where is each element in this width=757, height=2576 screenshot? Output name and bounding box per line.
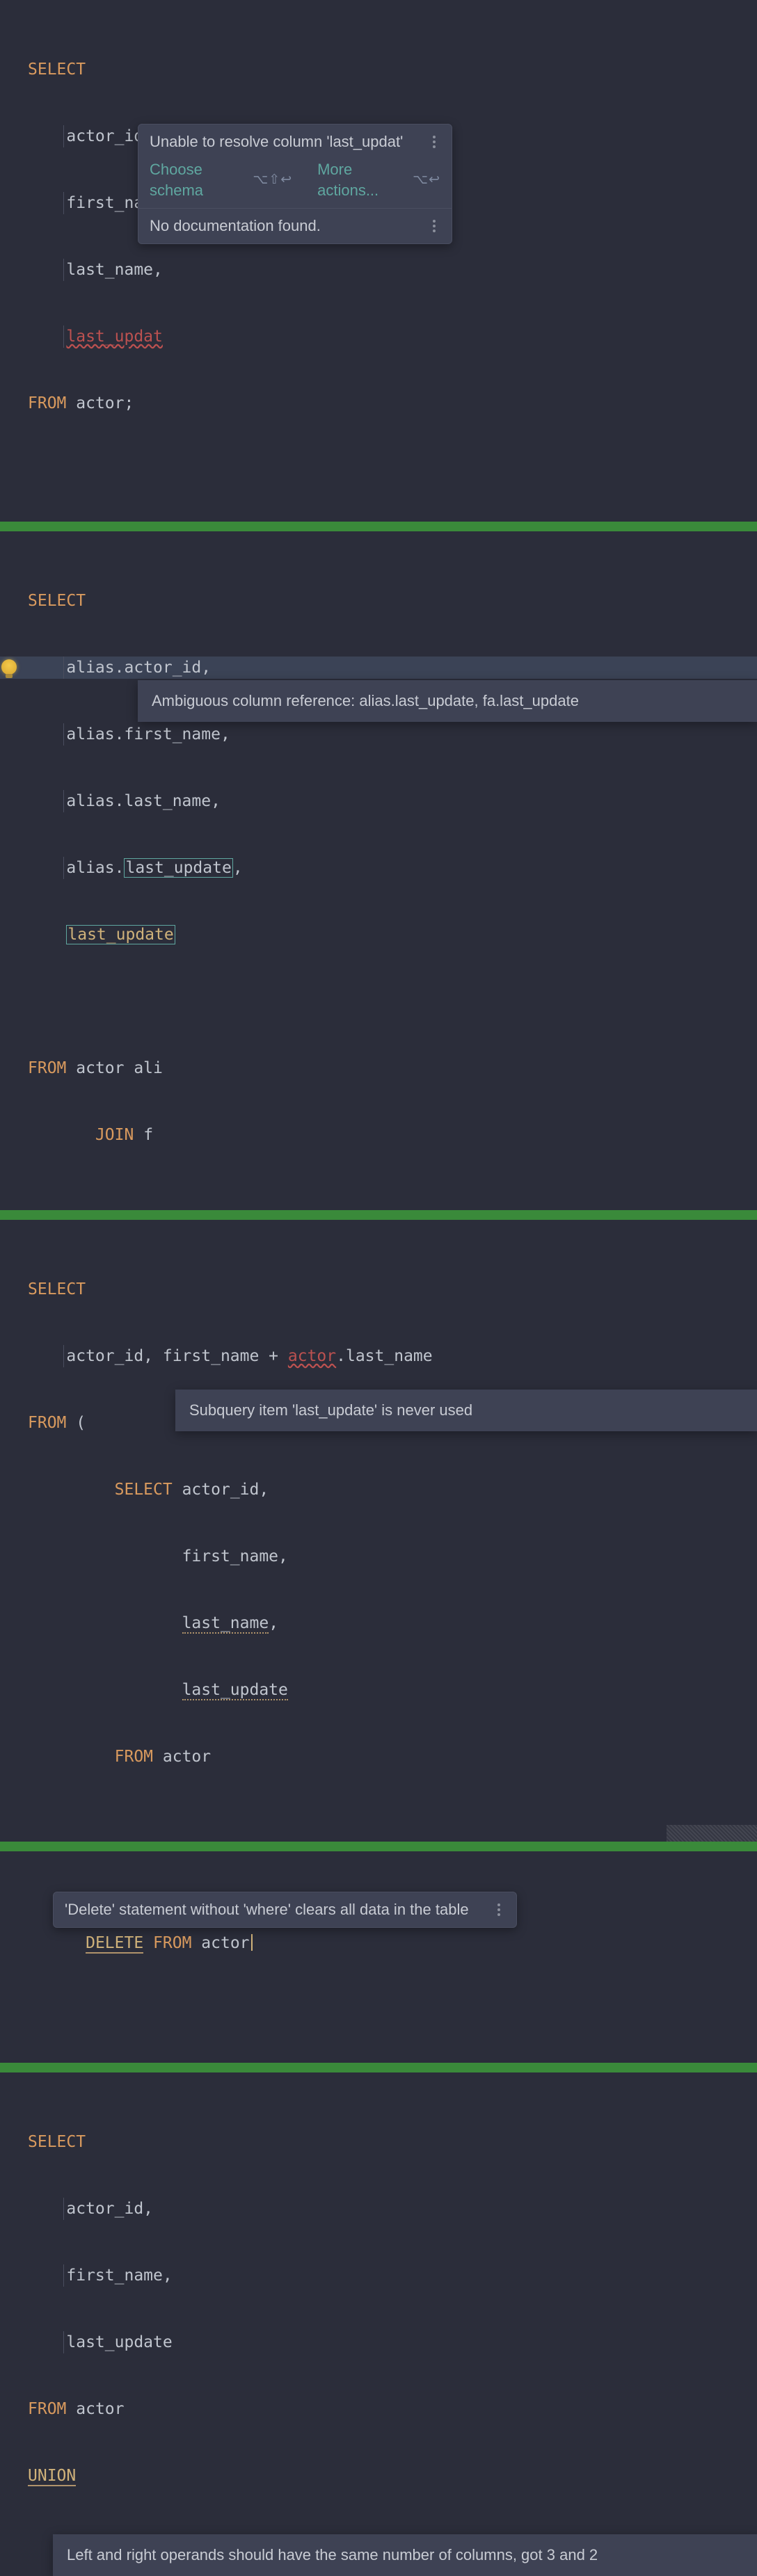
from-clause: actor ali [76,1059,163,1077]
identifier-error[interactable]: actor [288,1347,336,1365]
column-name: alias.actor_id, [66,659,211,677]
shortcut-hint: ⌥⇧↩ [253,170,292,191]
code-block[interactable]: DELETE FROM actor [28,1865,757,2021]
choose-schema-action[interactable]: Choose schema [150,159,243,201]
panel-divider [0,1210,757,1220]
subquery-column-warn: last_name [182,1614,269,1634]
column-name: actor_id, [66,2200,153,2218]
error-message: Unable to resolve column 'last_updat' [150,131,403,152]
artifact-noise [667,1825,757,1842]
keyword-from: FROM [28,394,66,412]
warning-tooltip: Left and right operands should have the … [53,2534,757,2576]
column-name: last_update [66,2333,172,2351]
keyword-from: FROM [28,1414,66,1432]
column-name: last_name, [66,261,162,279]
kebab-icon[interactable] [428,136,440,148]
ambiguous-column-warn[interactable]: last_update [66,925,175,944]
code-panel-5: SELECT actor_id, first_name, last_update… [0,2072,757,2576]
kebab-icon[interactable] [493,1903,505,1916]
highlighted-token: last_update [124,858,232,878]
code-block[interactable]: SELECT actor_id, first_name, last_update… [28,2086,757,2531]
code-panel-3: SELECT actor_id, first_name + actor.last… [0,1220,757,1842]
code-panel-4: DELETE FROM actor 'Delete' statement wit… [0,1851,757,2063]
keyword-from: FROM [153,1934,191,1952]
text-caret [251,1934,253,1951]
table-name: actor [76,394,124,412]
kebab-icon[interactable] [428,220,440,232]
lightbulb-icon[interactable] [1,659,17,675]
warning-tooltip: Ambiguous column reference: alias.last_u… [138,680,757,722]
more-actions[interactable]: More actions... [317,159,403,201]
keyword-from: FROM [115,1748,153,1766]
join-clause: f [143,1126,153,1144]
keyword-from: FROM [28,2400,66,2418]
code-block[interactable]: SELECT actor_id, first_name + actor.last… [28,1234,757,1812]
warning-popup[interactable]: 'Delete' statement without 'where' clear… [53,1892,517,1928]
subquery-column: actor_id, [182,1481,269,1499]
warning-tooltip: Subquery item 'last_update' is never use… [175,1390,757,1431]
keyword-from: FROM [28,1059,66,1077]
error-popup[interactable]: Unable to resolve column 'last_updat' Ch… [138,124,452,244]
keyword-select: SELECT [115,1481,173,1499]
panel-divider [0,1842,757,1851]
panel-divider [0,2063,757,2072]
keyword-select: SELECT [28,592,86,610]
subquery-table: actor [163,1748,211,1766]
code-panel-2: SELECT alias.actor_id, alias.first_name,… [0,531,757,1210]
subquery-column: first_name, [182,1547,288,1565]
column-prefix: alias. [66,859,124,877]
keyword-select: SELECT [28,61,86,79]
no-documentation: No documentation found. [150,216,321,236]
keyword-join: JOIN [95,1126,134,1144]
table-name: actor [201,1934,249,1952]
column-name: first_name, [66,2267,172,2285]
table-name: actor [76,2400,124,2418]
column-name: alias.first_name, [66,725,230,743]
keyword-select: SELECT [28,1280,86,1298]
column-name: alias.last_name, [66,792,221,810]
panel-divider [0,522,757,531]
keyword-union-warn[interactable]: UNION [28,2467,76,2486]
column-error[interactable]: last_updat [66,328,162,346]
keyword-select: SELECT [28,2133,86,2151]
keyword-delete-warn[interactable]: DELETE [86,1934,143,1954]
select-expr: actor_id, first_name + [66,1347,288,1365]
code-panel-1: SELECT actor_id, first_name, last_name, … [0,0,757,522]
code-block[interactable]: SELECT alias.actor_id, alias.first_name,… [28,545,757,1191]
warning-message: 'Delete' statement without 'where' clear… [65,1899,469,1920]
unused-column-warn[interactable]: last_update [182,1681,288,1700]
shortcut-hint: ⌥↩ [413,170,440,191]
